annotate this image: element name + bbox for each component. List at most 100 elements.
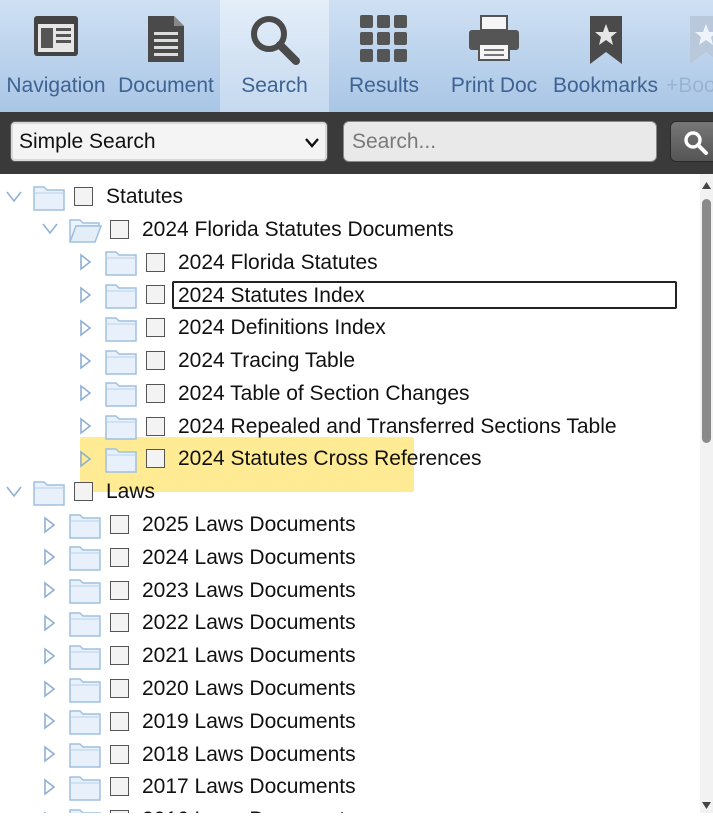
tree-item[interactable]: 2021 Laws Documents [40, 639, 356, 672]
expand-down-arrow-icon[interactable] [4, 187, 24, 207]
tree-item-checkbox[interactable] [110, 613, 129, 633]
tree-item[interactable]: 2018 Laws Documents [40, 738, 356, 771]
expand-right-arrow-icon[interactable] [40, 711, 60, 731]
document-button[interactable]: Document [112, 0, 220, 112]
tree-item[interactable]: Laws [4, 475, 155, 508]
tree-item[interactable]: 2017 Laws Documents [40, 770, 356, 803]
results-label: Results [348, 74, 420, 97]
tree-item-label[interactable]: 2021 Laws Documents [142, 639, 356, 672]
printer-icon [464, 14, 524, 74]
expand-down-arrow-icon[interactable] [4, 482, 24, 502]
expand-down-arrow-icon[interactable] [40, 219, 60, 239]
expand-right-arrow-icon[interactable] [76, 416, 96, 436]
tree-item[interactable]: 2020 Laws Documents [40, 672, 356, 705]
tree-item[interactable]: Statutes [4, 180, 183, 213]
tree-item-label[interactable]: 2024 Florida Statutes [178, 246, 378, 279]
expand-right-arrow-icon[interactable] [40, 515, 60, 535]
vertical-scrollbar[interactable] [700, 174, 713, 813]
tree-item-checkbox[interactable] [110, 646, 129, 666]
tree-item-label[interactable]: 2024 Laws Documents [142, 541, 356, 574]
search-mode-select[interactable]: Simple Search [10, 121, 328, 162]
tree-item-checkbox[interactable] [146, 449, 165, 469]
tree-item-label[interactable]: 2024 Florida Statutes Documents [142, 213, 454, 246]
tree-item-label[interactable]: 2024 Table of Section Changes [178, 377, 470, 410]
tree-item-checkbox[interactable] [74, 482, 93, 502]
print-doc-button[interactable]: Print Doc [439, 0, 549, 112]
tree-item-label[interactable]: Laws [106, 475, 155, 508]
tree-item[interactable]: 2024 Florida Statutes [76, 246, 378, 279]
navigation-button[interactable]: Navigation [0, 0, 112, 112]
expand-right-arrow-icon[interactable] [40, 744, 60, 764]
tree-item[interactable]: 2023 Laws Documents [40, 574, 356, 607]
tree-item-label[interactable]: 2020 Laws Documents [142, 672, 356, 705]
tree-item-checkbox[interactable] [146, 351, 165, 370]
expand-right-arrow-icon[interactable] [40, 580, 60, 600]
tree-item[interactable]: 2024 Tracing Table [76, 344, 355, 377]
tree-item-label[interactable]: 2024 Tracing Table [178, 344, 355, 377]
results-button[interactable]: Results [329, 0, 439, 112]
tree-item[interactable]: 2024 Statutes Cross References [76, 442, 482, 475]
scroll-up-arrow-icon[interactable] [701, 178, 712, 189]
scrollbar-thumb[interactable] [702, 199, 711, 443]
tree-item-label[interactable]: 2022 Laws Documents [142, 606, 356, 639]
expand-right-arrow-icon[interactable] [40, 646, 60, 666]
tree-item-label[interactable]: 2025 Laws Documents [142, 508, 356, 541]
tree-item-checkbox[interactable] [110, 219, 129, 239]
tree-item-checkbox[interactable] [146, 285, 165, 305]
tree-item[interactable]: 2019 Laws Documents [40, 705, 356, 738]
tree-item-label[interactable]: 2024 Statutes Cross References [178, 442, 482, 475]
folder-icon [68, 739, 102, 769]
expand-right-arrow-icon[interactable] [76, 449, 96, 469]
expand-right-arrow-icon[interactable] [76, 318, 96, 338]
expand-right-arrow-icon[interactable] [76, 351, 96, 371]
tree-item-label[interactable]: 2018 Laws Documents [142, 738, 356, 771]
add-bookmark-icon [662, 14, 713, 74]
scroll-down-arrow-icon[interactable] [701, 798, 712, 809]
tree-item-checkbox[interactable] [110, 777, 129, 797]
tree-item-label[interactable]: 2024 Repealed and Transferred Sections T… [178, 410, 617, 443]
expand-right-arrow-icon[interactable] [40, 679, 60, 699]
tree-item[interactable]: 2024 Table of Section Changes [76, 377, 470, 410]
tree-item-checkbox[interactable] [146, 252, 165, 272]
tree-item-label[interactable]: 2023 Laws Documents [142, 574, 356, 607]
tree-item[interactable]: 2022 Laws Documents [40, 606, 356, 639]
expand-right-arrow-icon[interactable] [76, 285, 96, 305]
tree-item-label[interactable]: 2017 Laws Documents [142, 770, 356, 803]
tree-item-checkbox[interactable] [110, 580, 129, 600]
tree-item-checkbox[interactable] [110, 711, 129, 731]
tree-item-label[interactable]: 2024 Definitions Index [178, 311, 386, 344]
tree-item-label[interactable]: 2019 Laws Documents [142, 705, 356, 738]
tree-item-checkbox[interactable] [146, 416, 165, 436]
expand-right-arrow-icon[interactable] [76, 252, 96, 272]
search-input[interactable] [343, 121, 657, 162]
search-submit-button[interactable] [670, 121, 713, 162]
search-tab-button[interactable]: Search [220, 0, 329, 112]
tree-item-checkbox[interactable] [110, 547, 129, 567]
magnifier-icon [245, 14, 305, 74]
expand-right-arrow-icon[interactable] [76, 383, 96, 403]
tree-item[interactable]: 2024 Repealed and Transferred Sections T… [76, 410, 617, 443]
tree-item-label[interactable]: 2016 Laws Documents [142, 803, 356, 813]
tree-item[interactable]: 2024 Definitions Index [76, 311, 386, 344]
navigation-label: Navigation [6, 74, 106, 97]
tree-item[interactable]: 2024 Florida Statutes Documents [40, 213, 454, 246]
tree-item-checkbox[interactable] [146, 383, 165, 403]
tree-item-checkbox[interactable] [74, 187, 93, 206]
tree-item-checkbox[interactable] [110, 679, 129, 698]
expand-right-arrow-icon[interactable] [40, 777, 60, 797]
bookmarks-button[interactable]: Bookmarks [549, 0, 662, 112]
folder-icon [104, 444, 138, 474]
tree-item-label[interactable]: 2024 Statutes Index [172, 280, 677, 309]
tree-item-label[interactable]: Statutes [106, 180, 183, 213]
tree-item-checkbox[interactable] [146, 318, 165, 338]
add-bookmark-button[interactable]: +Boo [662, 0, 713, 112]
tree-item-checkbox[interactable] [110, 744, 129, 764]
tree-item[interactable]: 2025 Laws Documents [40, 508, 356, 541]
folder-icon [68, 542, 102, 572]
tree-item[interactable]: 2016 Laws Documents [40, 803, 356, 813]
tree-item[interactable]: 2024 Laws Documents [40, 541, 356, 574]
expand-right-arrow-icon[interactable] [40, 547, 60, 567]
expand-right-arrow-icon[interactable] [40, 613, 60, 633]
tree-item[interactable]: 2024 Statutes Index [76, 278, 677, 311]
tree-item-checkbox[interactable] [110, 515, 129, 534]
